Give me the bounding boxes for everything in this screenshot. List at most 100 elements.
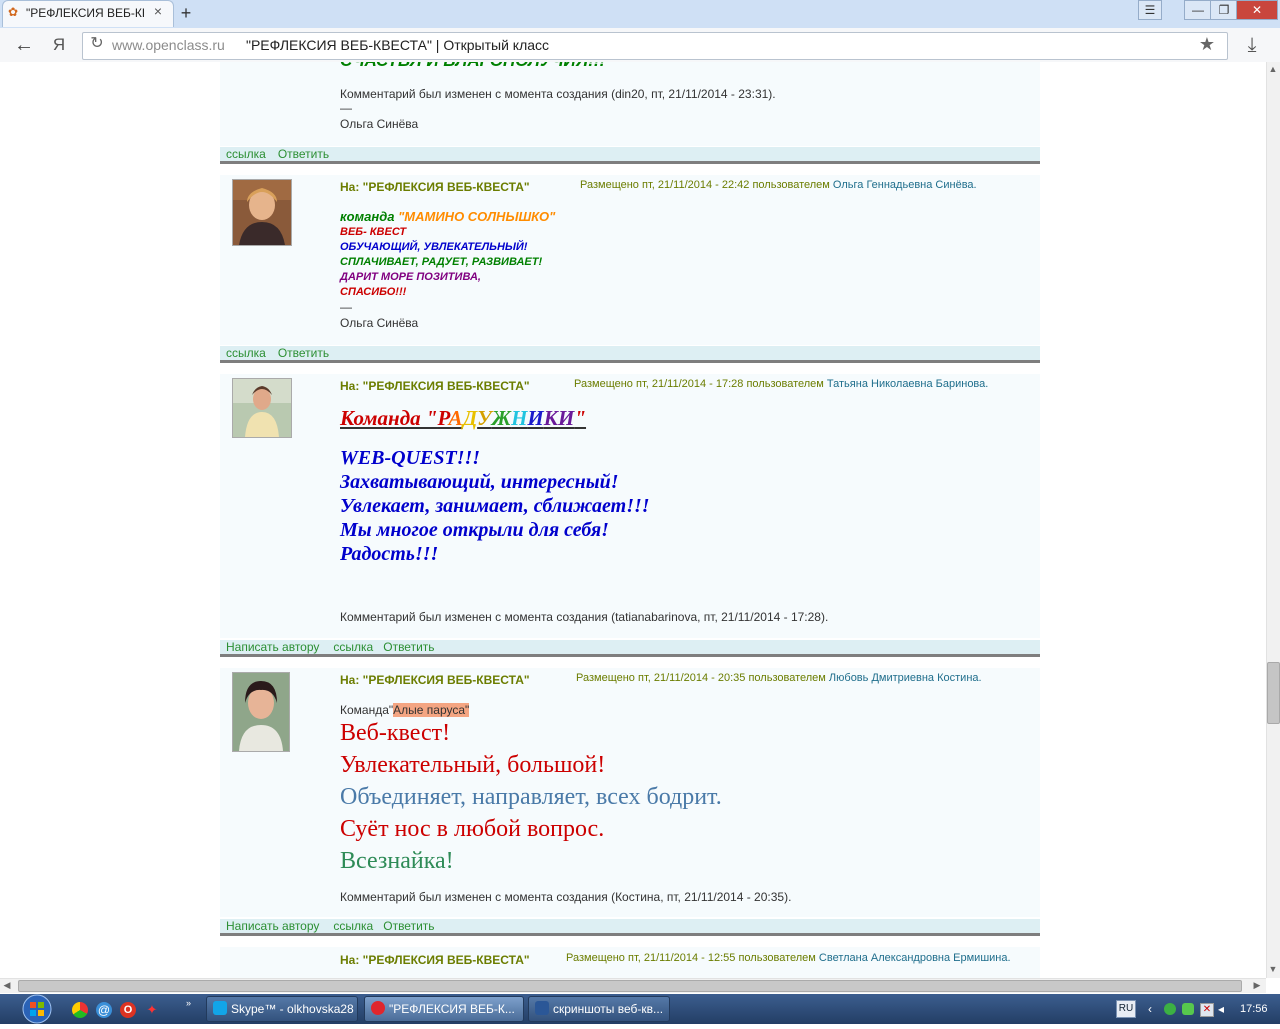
bookmark-star-icon[interactable]: ★ [1196, 33, 1218, 55]
comment-text-line: Веб-квест! [340, 720, 451, 746]
comment-text-line: СЧАСТЬЯ И БЛАГОПОЛУЧИЯ!!! [340, 62, 940, 70]
taskbar-clock: 17:56 [1240, 1003, 1268, 1015]
mail-quicklaunch-icon[interactable]: @ [96, 1002, 112, 1018]
reply-link[interactable]: Ответить [383, 640, 434, 654]
page-viewport: СЧАСТЬЯ И БЛАГОПОЛУЧИЯ!!! Комментарий бы… [0, 62, 1266, 978]
taskbar-item-label: "РЕФЛЕКСИЯ ВЕБ-К... [389, 1002, 515, 1016]
author-link[interactable]: Ольга Геннадьевна Синёва. [833, 179, 977, 191]
reply-link[interactable]: Ответить [278, 147, 329, 161]
signature-dash: — [340, 101, 352, 115]
comment-text-line: Объединяет, направляет, всех бодрит. [340, 784, 722, 810]
avatar[interactable] [232, 179, 292, 246]
reply-link[interactable]: Ответить [383, 919, 434, 933]
comment-text-line: Захватывающий, интересный! [340, 471, 619, 493]
tray-expand-icon[interactable]: ‹ [1148, 1002, 1158, 1016]
taskbar-item-skype[interactable]: Skype™ - olkhovska28 [206, 996, 358, 1022]
scroll-down-icon[interactable]: ▼ [1266, 962, 1280, 976]
author-link[interactable]: Светлана Александровна Ермишина. [819, 952, 1011, 964]
title-part: Д [462, 406, 478, 430]
team-title: Команда "РАДУЖНИКИ" [340, 406, 586, 431]
taskbar-item-word[interactable]: скриншоты веб-кв... [528, 996, 670, 1022]
scroll-left-icon[interactable]: ◀ [0, 979, 14, 991]
write-author-link[interactable]: Написать автору [226, 919, 319, 933]
permalink-link[interactable]: ссылка [226, 147, 266, 161]
edited-note: Комментарий был изменен с момента создан… [340, 890, 792, 904]
comment-meta: Размещено пт, 21/11/2014 - 12:55 пользов… [566, 952, 1011, 964]
language-indicator[interactable]: RU [1116, 1000, 1136, 1018]
comment-text-line: Суёт нос в любой вопрос. [340, 816, 605, 842]
network-icon[interactable]: ✕ [1200, 1003, 1214, 1017]
reply-link[interactable]: Ответить [278, 346, 329, 360]
minimize-button[interactable]: — [1184, 0, 1212, 20]
title-part: А [448, 406, 463, 430]
edited-note: Комментарий был изменен с момента создан… [340, 87, 776, 101]
meta-posted: Размещено пт, 21/11/2014 - 17:28 пользов… [574, 378, 824, 390]
permalink-link[interactable]: ссылка [226, 346, 266, 360]
volume-icon[interactable]: ◂ [1218, 1002, 1230, 1016]
tab-title: "РЕФЛЕКСИЯ ВЕБ-КВЕ [26, 6, 144, 20]
close-window-button[interactable]: ✕ [1236, 0, 1278, 20]
divider [220, 933, 1040, 936]
yandex-icon[interactable]: Я [48, 34, 70, 56]
tray-app-icon[interactable] [1182, 1003, 1194, 1015]
tab-close-icon[interactable]: × [150, 3, 166, 21]
permalink-link[interactable]: ссылка [333, 919, 373, 933]
vertical-scrollbar[interactable] [1266, 62, 1280, 978]
comment-subject[interactable]: На: "РЕФЛЕКСИЯ ВЕБ-КВЕСТА" [340, 379, 530, 393]
write-author-link[interactable]: Написать автору [226, 640, 319, 654]
maximize-button[interactable]: ❐ [1210, 0, 1238, 20]
title-part: И [527, 406, 544, 430]
reload-icon[interactable]: ↻ [88, 35, 106, 53]
comment-body: WEB-QUEST!!! Захватывающий, интересный! … [340, 446, 650, 566]
comment-text-line: ОБУЧАЮЩИЙ, УВЛЕКАТЕЛЬНЫЙ! [340, 241, 528, 253]
vertical-scroll-thumb[interactable] [1267, 662, 1280, 724]
title-part: Ж [491, 406, 512, 430]
avatar[interactable] [232, 378, 292, 438]
new-tab-button[interactable]: + [176, 4, 196, 22]
comment-text-line: Мы многое открыли для себя! [340, 519, 609, 541]
chrome-quicklaunch-icon[interactable] [72, 1002, 88, 1018]
browser-menu-icon[interactable]: ☰ [1138, 0, 1162, 20]
meta-posted: Размещено пт, 21/11/2014 - 22:42 пользов… [580, 179, 830, 191]
comment-links: Написать автору ссылка Ответить [220, 640, 1040, 654]
signature-dash: — [340, 300, 352, 314]
quicklaunch-expand-icon[interactable]: » [186, 998, 196, 1008]
download-icon[interactable]: ⤓ [1240, 33, 1264, 57]
comment-links: ссылка Ответить [220, 147, 1040, 161]
scroll-right-icon[interactable]: ▶ [1250, 979, 1264, 991]
signature: Ольга Синёва [340, 117, 419, 131]
url-host: www.openclass.ru [112, 37, 225, 53]
taskbar-item-label: скриншоты веб-кв... [553, 1002, 664, 1016]
title-part: И [558, 406, 575, 430]
comment-subject[interactable]: На: "РЕФЛЕКСИЯ ВЕБ-КВЕСТА" [340, 953, 530, 967]
comment-subject[interactable]: На: "РЕФЛЕКСИЯ ВЕБ-КВЕСТА" [340, 180, 530, 194]
comment-subject[interactable]: На: "РЕФЛЕКСИЯ ВЕБ-КВЕСТА" [340, 673, 530, 687]
back-arrow-icon[interactable]: ← [12, 34, 36, 56]
divider [220, 161, 1040, 164]
title-part: К [543, 406, 559, 430]
meta-posted: Размещено пт, 21/11/2014 - 12:55 пользов… [566, 952, 816, 964]
horizontal-scroll-thumb[interactable] [18, 980, 1242, 992]
comment-links: Написать автору ссылка Ответить [220, 919, 1040, 933]
opera-quicklaunch-icon[interactable]: O [120, 1002, 136, 1018]
url-page-title: "РЕФЛЕКСИЯ ВЕБ-КВЕСТА" | Открытый класс [246, 37, 550, 53]
avatar[interactable] [232, 672, 290, 752]
title-part: Р [437, 406, 449, 430]
divider [220, 360, 1040, 363]
comment-meta: Размещено пт, 21/11/2014 - 17:28 пользов… [574, 378, 988, 390]
scroll-up-icon[interactable]: ▲ [1266, 62, 1280, 76]
comment-links: ссылка Ответить [220, 346, 1040, 360]
tray-app-icon[interactable] [1164, 1003, 1176, 1015]
comment-text-line: ДАРИТ МОРЕ ПОЗИТИВА, [340, 271, 481, 283]
team-label: команда [340, 209, 395, 224]
author-link[interactable]: Татьяна Николаевна Баринова. [827, 378, 988, 390]
app-quicklaunch-icon[interactable]: ✦ [144, 1002, 160, 1018]
author-link[interactable]: Любовь Дмитриевна Костина. [829, 672, 982, 684]
comment-text-line: ВЕБ- КВЕСТ [340, 226, 407, 238]
windows-start-icon[interactable] [14, 994, 60, 1024]
comment-text-line: Радость!!! [340, 543, 439, 565]
taskbar-item-browser[interactable]: "РЕФЛЕКСИЯ ВЕБ-К... [364, 996, 524, 1022]
permalink-link[interactable]: ссылка [333, 640, 373, 654]
team-label: Команда" [340, 703, 394, 717]
comment-text-line: Увлекательный, большой! [340, 752, 606, 778]
